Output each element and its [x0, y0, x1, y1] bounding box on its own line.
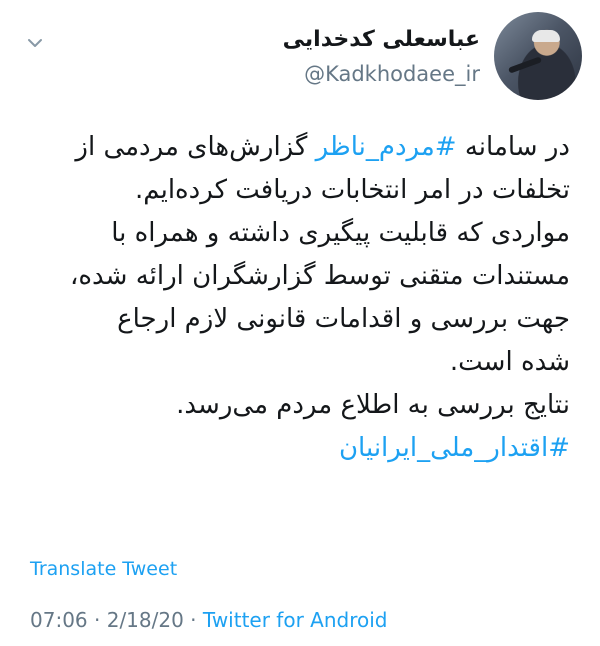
- tweet-line-8: #اقتدار_ملی_ایرانیان: [18, 427, 570, 470]
- author-handle[interactable]: @Kadkhodaee_ir: [283, 60, 480, 88]
- avatar[interactable]: [494, 12, 582, 100]
- tweet-header: عباسعلی کدخدایی @Kadkhodaee_ir: [18, 12, 582, 100]
- tweet-line-3: مواردی که قابلیت پیگیری داشته و همراه با: [111, 218, 570, 248]
- chevron-down-icon[interactable]: [26, 34, 44, 52]
- hashtag-link[interactable]: #اقتدار_ملی_ایرانیان: [339, 433, 570, 463]
- tweet-line-7: نتایج بررسی به اطلاع مردم می‌رسد.: [176, 390, 570, 420]
- tweet-line-5: جهت بررسی و اقدامات قانونی لازم ارجاع: [117, 304, 570, 334]
- tweet-text-segment: در سامانه: [456, 132, 570, 162]
- avatar-microphone: [507, 56, 543, 74]
- tweet-text-segment: گزارش‌های مردمی از: [75, 132, 316, 162]
- avatar-hair: [532, 30, 560, 42]
- tweet-line-2: تخلفات در امر انتخابات دریافت کرده‌ایم.: [135, 175, 570, 205]
- meta-separator: ·: [183, 608, 203, 632]
- author-display-name[interactable]: عباسعلی کدخدایی: [283, 26, 480, 54]
- meta-separator: ·: [87, 608, 107, 632]
- translate-tweet-link[interactable]: Translate Tweet: [30, 558, 177, 580]
- hashtag-link[interactable]: #مردم_ناظر: [316, 132, 457, 162]
- author-info: عباسعلی کدخدایی @Kadkhodaee_ir: [283, 26, 480, 88]
- tweet-line-1: در سامانه #مردم_ناظر گزارش‌های مردمی از: [18, 126, 570, 169]
- tweet-date[interactable]: 2/18/20: [107, 608, 184, 632]
- tweet-line-6: شده است.: [449, 347, 570, 377]
- tweet-source-link[interactable]: Twitter for Android: [203, 608, 388, 632]
- tweet-meta: 07:06 · 2/18/20 · Twitter for Android: [30, 608, 387, 632]
- tweet-time[interactable]: 07:06: [30, 608, 88, 632]
- tweet-text: در سامانه #مردم_ناظر گزارش‌های مردمی از …: [18, 126, 570, 470]
- tweet-line-4: مستندات متقنی توسط گزارشگران ارائه شده،: [70, 261, 570, 291]
